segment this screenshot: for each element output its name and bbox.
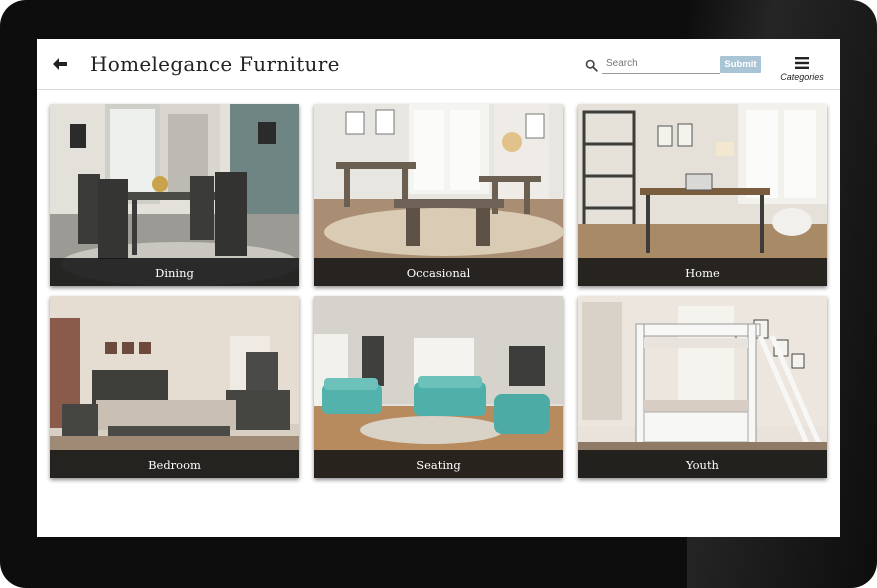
category-card-youth[interactable]: Youth — [578, 296, 827, 478]
category-label: Occasional — [406, 266, 471, 280]
category-label: Dining — [155, 266, 194, 280]
category-label: Seating — [416, 458, 461, 472]
category-card-dining[interactable]: Dining — [50, 104, 299, 286]
category-card-seating[interactable]: Seating — [314, 296, 563, 478]
back-arrow-icon[interactable] — [51, 55, 69, 73]
category-label: Youth — [686, 458, 719, 472]
search-input[interactable] — [602, 53, 720, 74]
category-card-home[interactable]: Home — [578, 104, 827, 286]
app-screen: Homelegance Furniture Submit Categories — [37, 39, 840, 537]
category-label: Bedroom — [148, 458, 201, 472]
hamburger-menu-icon[interactable] — [795, 54, 809, 69]
search-icon — [585, 57, 598, 72]
category-card-occasional[interactable]: Occasional — [314, 104, 563, 286]
category-label: Home — [685, 266, 720, 280]
app-header: Homelegance Furniture Submit Categories — [37, 39, 840, 90]
submit-button[interactable]: Submit — [720, 56, 761, 73]
category-card-bedroom[interactable]: Bedroom — [50, 296, 299, 478]
page-title: Homelegance Furniture — [90, 52, 340, 76]
categories-menu-label[interactable]: Categories — [780, 72, 824, 82]
